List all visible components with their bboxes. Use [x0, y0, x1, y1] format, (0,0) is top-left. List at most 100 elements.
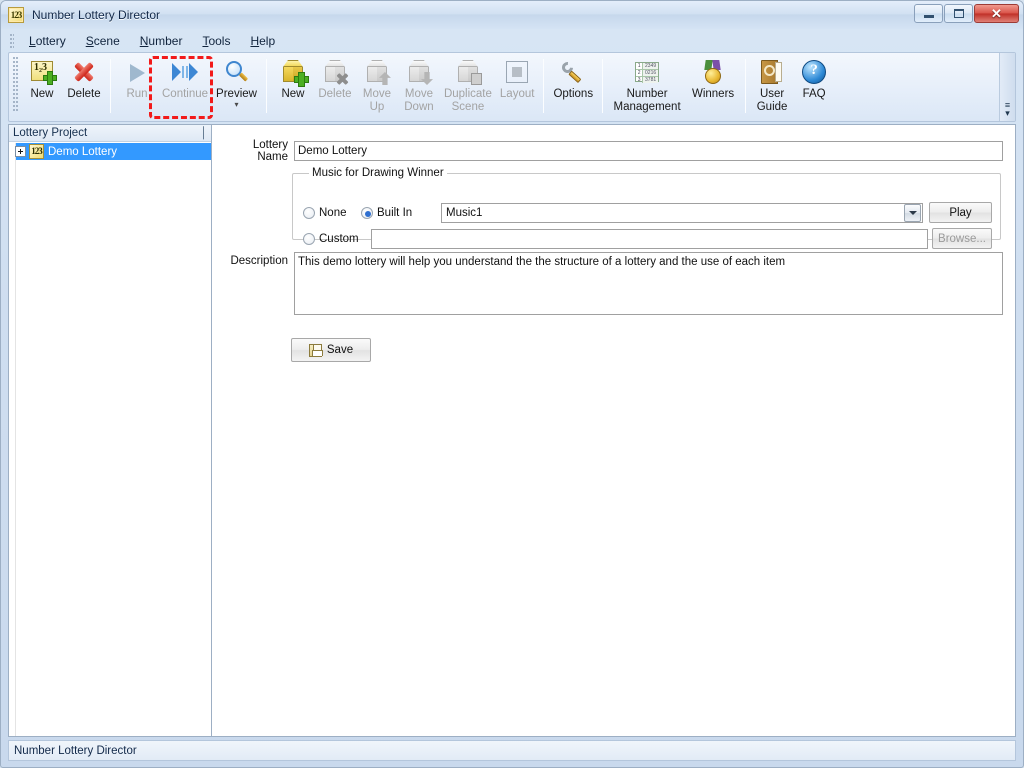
- menu-item-number[interactable]: Number: [130, 32, 193, 50]
- lottery-properties-pane: Lottery Name Music for Drawing Winner No…: [212, 124, 1016, 737]
- medal-icon: [699, 57, 727, 85]
- custom-music-path-input[interactable]: [371, 229, 928, 249]
- toolbar-button-faq[interactable]: FAQ: [793, 53, 835, 119]
- minimize-icon: [924, 15, 934, 18]
- browse-button[interactable]: Browse...: [932, 228, 992, 249]
- toolbar-button-scene-new[interactable]: New: [272, 53, 314, 119]
- application-window: 123 Number Lottery Director ✕ Lottery Sc…: [0, 0, 1024, 768]
- toolbar-button-user-guide[interactable]: User Guide: [751, 53, 793, 119]
- toolbar-button-lottery-delete[interactable]: Delete: [63, 53, 105, 119]
- title-bar: 123 Number Lottery Director ✕: [1, 1, 1023, 29]
- toolbar-label-user-guide: User Guide: [757, 88, 788, 114]
- menu-item-lottery-label: ottery: [36, 34, 66, 48]
- toolbar-separator: [266, 59, 267, 113]
- toolbar-overflow-button[interactable]: ≡▾: [999, 53, 1015, 121]
- toolbar-label-duplicate-scene: Duplicate Scene: [444, 88, 492, 114]
- radio-custom[interactable]: Custom: [303, 233, 371, 245]
- app-icon: 123: [8, 7, 24, 23]
- toolbar-grip-handle[interactable]: [13, 57, 18, 113]
- menu-item-lottery[interactable]: Lottery: [19, 32, 76, 50]
- chevron-down-icon[interactable]: [904, 204, 921, 222]
- radio-none[interactable]: None: [303, 207, 361, 219]
- toolbar-label-scene-delete: Delete: [318, 88, 351, 101]
- lottery-project-panel: Lottery Project ⏐ 123 Demo Lottery: [8, 124, 212, 737]
- description-row: Description This demo lottery will help …: [220, 252, 1003, 315]
- toolbar-button-options[interactable]: Options: [549, 53, 597, 119]
- panel-header: Lottery Project ⏐: [9, 125, 211, 142]
- toolbar-button-preview[interactable]: Preview ▾: [212, 53, 261, 119]
- close-button[interactable]: ✕: [974, 4, 1019, 23]
- lottery-name-input[interactable]: [294, 141, 1003, 161]
- toolbar-button-winners[interactable]: Winners: [686, 53, 740, 119]
- close-icon: ✕: [991, 7, 1002, 20]
- menu-item-help[interactable]: Help: [240, 32, 285, 50]
- menu-item-help-label: elp: [259, 34, 275, 48]
- toolbar-button-scene-delete[interactable]: Delete: [314, 53, 356, 119]
- toolbar-label-options: Options: [553, 88, 593, 101]
- app-icon-text: 123: [11, 10, 22, 20]
- radio-none-icon: [303, 207, 315, 219]
- toolbar-label-lottery-new: New: [30, 88, 53, 101]
- chevron-down-icon[interactable]: ▾: [234, 102, 238, 108]
- minimize-button[interactable]: [914, 4, 943, 23]
- description-textarea[interactable]: This demo lottery will help you understa…: [294, 252, 1003, 315]
- menu-grip-handle[interactable]: [10, 34, 14, 48]
- tree-item-demo-lottery[interactable]: 123 Demo Lottery: [9, 143, 211, 160]
- tree-item-label: Demo Lottery: [48, 146, 117, 158]
- panel-title: Lottery Project: [13, 127, 200, 139]
- toolbar-separator: [602, 59, 603, 113]
- music-group-box: Music for Drawing Winner None Built In M…: [292, 167, 1001, 240]
- table-grid-icon: 12349 20216 33781: [633, 57, 661, 85]
- toolbar-label-winners: Winners: [692, 88, 734, 101]
- cube-down-icon: [405, 57, 433, 85]
- radio-custom-label: Custom: [319, 233, 359, 245]
- menu-item-tools[interactable]: Tools: [192, 32, 240, 50]
- menu-item-scene-label: cene: [94, 34, 120, 48]
- toolbar-label-layout: Layout: [500, 88, 535, 101]
- book-icon: [758, 57, 786, 85]
- toolbar-label-continue: Continue: [162, 88, 208, 101]
- toolbar-button-layout[interactable]: Layout: [496, 53, 539, 119]
- project-tree: 123 Demo Lottery: [9, 143, 211, 736]
- toolbar-button-duplicate-scene[interactable]: Duplicate Scene: [440, 53, 496, 119]
- toolbar-button-lottery-new[interactable]: New: [21, 53, 63, 119]
- main-toolbar: New Delete Run Continue Preview ▾: [8, 52, 1016, 122]
- number-new-icon: [28, 57, 56, 85]
- toolbar-button-continue[interactable]: Continue: [158, 53, 212, 119]
- radio-built-in[interactable]: Built In: [361, 207, 441, 219]
- menu-bar: Lottery Scene Number Tools Help: [8, 31, 1016, 51]
- save-button-label: Save: [327, 344, 353, 356]
- toolbar-label-number-management: Number Management: [614, 88, 681, 114]
- toolbar-separator: [110, 59, 111, 113]
- music-group-legend: Music for Drawing Winner: [309, 167, 447, 179]
- toolbar-label-faq: FAQ: [803, 88, 826, 101]
- cube-delete-icon: [321, 57, 349, 85]
- question-ball-icon: [800, 57, 828, 85]
- toolbar-button-number-management[interactable]: 12349 20216 33781 Number Management: [608, 53, 686, 119]
- radio-built-in-label: Built In: [377, 207, 412, 219]
- toolbar-button-move-down[interactable]: Move Down: [398, 53, 440, 119]
- menu-item-tools-label: ools: [208, 34, 230, 48]
- pin-icon[interactable]: ⏐: [200, 127, 207, 139]
- toolbar-button-move-up[interactable]: Move Up: [356, 53, 398, 119]
- maximize-button[interactable]: [944, 4, 973, 23]
- menu-item-scene[interactable]: Scene: [76, 32, 130, 50]
- delete-x-icon: [70, 57, 98, 85]
- continue-icon: [171, 57, 199, 85]
- play-button[interactable]: Play: [929, 202, 992, 223]
- magnifier-icon: [223, 57, 251, 85]
- toolbar-label-lottery-delete: Delete: [67, 88, 100, 101]
- toolbar-label-run: Run: [126, 88, 147, 101]
- cube-duplicate-icon: [454, 57, 482, 85]
- expand-toggle-icon[interactable]: [15, 146, 26, 157]
- menu-item-number-label: umber: [148, 34, 182, 48]
- window-controls: ✕: [914, 4, 1019, 23]
- play-icon: [123, 57, 151, 85]
- wrench-icon: [559, 57, 587, 85]
- toolbar-separator: [543, 59, 544, 113]
- toolbar-label-scene-new: New: [281, 88, 304, 101]
- toolbar-button-run[interactable]: Run: [116, 53, 158, 119]
- music-builtin-combobox[interactable]: Music1: [441, 203, 923, 223]
- music-builtin-value: Music1: [442, 207, 904, 219]
- save-button[interactable]: Save: [291, 338, 371, 362]
